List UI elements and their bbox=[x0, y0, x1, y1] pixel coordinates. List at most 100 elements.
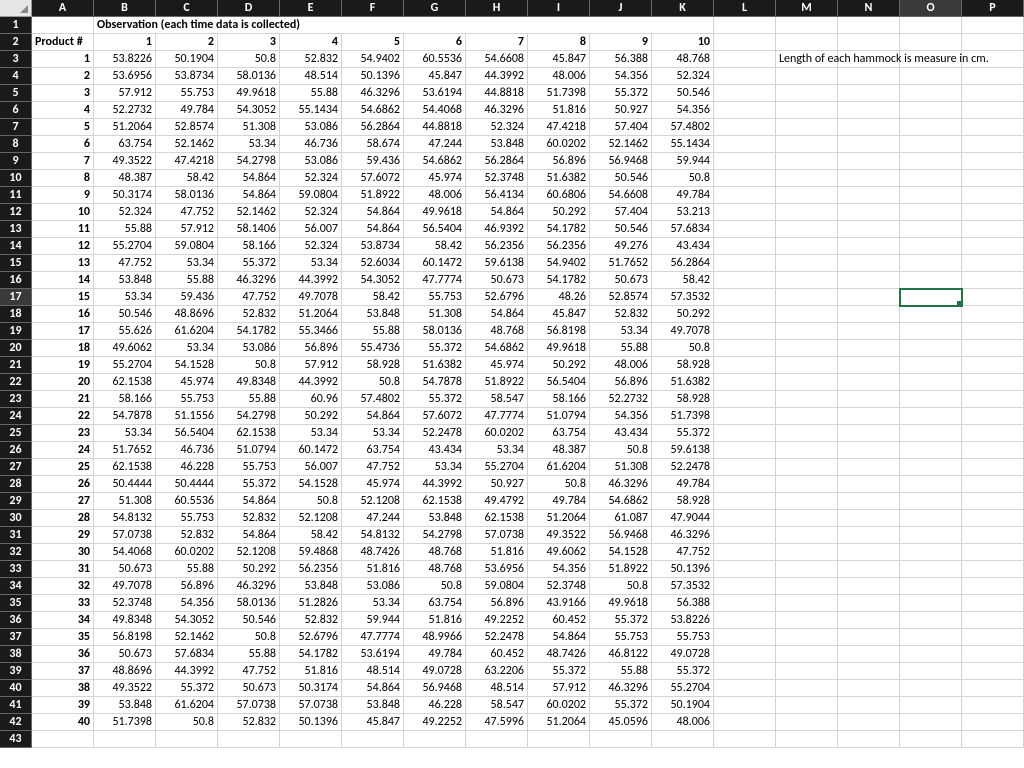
cell-B9[interactable]: 49.3522 bbox=[94, 153, 156, 170]
cell-H36[interactable]: 49.2252 bbox=[466, 612, 528, 629]
cell-P31[interactable] bbox=[962, 527, 1024, 544]
row-head-8[interactable]: 8 bbox=[0, 136, 32, 153]
cell-I26[interactable]: 48.387 bbox=[528, 442, 590, 459]
cell-I35[interactable]: 43.9166 bbox=[528, 595, 590, 612]
cell-C40[interactable]: 55.372 bbox=[156, 680, 218, 697]
cell-D4[interactable]: 58.0136 bbox=[218, 68, 280, 85]
cell-A26[interactable]: 24 bbox=[32, 442, 94, 459]
cell-D39[interactable]: 47.752 bbox=[218, 663, 280, 680]
cell-D17[interactable]: 47.752 bbox=[218, 289, 280, 306]
cell-C31[interactable]: 52.832 bbox=[156, 527, 218, 544]
cell-M1[interactable] bbox=[776, 17, 838, 34]
cell-F38[interactable]: 53.6194 bbox=[342, 646, 404, 663]
cell-K22[interactable]: 51.6382 bbox=[652, 374, 714, 391]
cell-L27[interactable] bbox=[714, 459, 776, 476]
cell-D16[interactable]: 46.3296 bbox=[218, 272, 280, 289]
cell-N32[interactable] bbox=[838, 544, 900, 561]
cell-M7[interactable] bbox=[776, 119, 838, 136]
cell-N13[interactable] bbox=[838, 221, 900, 238]
col-head-K[interactable]: K bbox=[652, 0, 714, 17]
cell-F34[interactable]: 53.086 bbox=[342, 578, 404, 595]
cell-K11[interactable]: 49.784 bbox=[652, 187, 714, 204]
row-head-6[interactable]: 6 bbox=[0, 102, 32, 119]
cell-M37[interactable] bbox=[776, 629, 838, 646]
cell-E17[interactable]: 49.7078 bbox=[280, 289, 342, 306]
cell-B35[interactable]: 52.3748 bbox=[94, 595, 156, 612]
cell-P7[interactable] bbox=[962, 119, 1024, 136]
cell-H3[interactable]: 54.6608 bbox=[466, 51, 528, 68]
cell-J26[interactable]: 50.8 bbox=[590, 442, 652, 459]
cell-K27[interactable]: 52.2478 bbox=[652, 459, 714, 476]
cell-K32[interactable]: 47.752 bbox=[652, 544, 714, 561]
cell-H38[interactable]: 60.452 bbox=[466, 646, 528, 663]
cell-L7[interactable] bbox=[714, 119, 776, 136]
cell-N31[interactable] bbox=[838, 527, 900, 544]
cell-B30[interactable]: 54.8132 bbox=[94, 510, 156, 527]
cell-N28[interactable] bbox=[838, 476, 900, 493]
cell-O28[interactable] bbox=[900, 476, 962, 493]
cell-J21[interactable]: 48.006 bbox=[590, 357, 652, 374]
cell-D37[interactable]: 50.8 bbox=[218, 629, 280, 646]
cell-L34[interactable] bbox=[714, 578, 776, 595]
cell-D11[interactable]: 54.864 bbox=[218, 187, 280, 204]
cell-O25[interactable] bbox=[900, 425, 962, 442]
cell-H19[interactable]: 48.768 bbox=[466, 323, 528, 340]
row-head-3[interactable]: 3 bbox=[0, 51, 32, 68]
cell-P17[interactable] bbox=[962, 289, 1024, 306]
cell-A37[interactable]: 35 bbox=[32, 629, 94, 646]
cell-A39[interactable]: 37 bbox=[32, 663, 94, 680]
cell-J36[interactable]: 55.372 bbox=[590, 612, 652, 629]
cell-E42[interactable]: 50.1396 bbox=[280, 714, 342, 731]
spreadsheet-grid[interactable]: ABCDEFGHIJKLMNOP1Observation (each time … bbox=[0, 0, 1024, 748]
cell-M15[interactable] bbox=[776, 255, 838, 272]
cell-K35[interactable]: 56.388 bbox=[652, 595, 714, 612]
cell-L3[interactable] bbox=[714, 51, 776, 68]
cell-N8[interactable] bbox=[838, 136, 900, 153]
cell-D31[interactable]: 54.864 bbox=[218, 527, 280, 544]
cell-C15[interactable]: 53.34 bbox=[156, 255, 218, 272]
cell-F25[interactable]: 53.34 bbox=[342, 425, 404, 442]
cell-D7[interactable]: 51.308 bbox=[218, 119, 280, 136]
cell-I24[interactable]: 51.0794 bbox=[528, 408, 590, 425]
cell-C6[interactable]: 49.784 bbox=[156, 102, 218, 119]
cell-K3[interactable]: 48.768 bbox=[652, 51, 714, 68]
cell-M30[interactable] bbox=[776, 510, 838, 527]
cell-I41[interactable]: 60.0202 bbox=[528, 697, 590, 714]
cell-G37[interactable]: 48.9966 bbox=[404, 629, 466, 646]
cell-A20[interactable]: 18 bbox=[32, 340, 94, 357]
cell-K36[interactable]: 53.8226 bbox=[652, 612, 714, 629]
cell-E18[interactable]: 51.2064 bbox=[280, 306, 342, 323]
cell-D27[interactable]: 55.753 bbox=[218, 459, 280, 476]
cell-H33[interactable]: 53.6956 bbox=[466, 561, 528, 578]
row-head-4[interactable]: 4 bbox=[0, 68, 32, 85]
cell-G33[interactable]: 48.768 bbox=[404, 561, 466, 578]
cell-E36[interactable]: 52.832 bbox=[280, 612, 342, 629]
row-head-30[interactable]: 30 bbox=[0, 510, 32, 527]
cell-G26[interactable]: 43.434 bbox=[404, 442, 466, 459]
cell-N11[interactable] bbox=[838, 187, 900, 204]
cell-P14[interactable] bbox=[962, 238, 1024, 255]
cell-E21[interactable]: 57.912 bbox=[280, 357, 342, 374]
cell-C34[interactable]: 56.896 bbox=[156, 578, 218, 595]
cell-H28[interactable]: 50.927 bbox=[466, 476, 528, 493]
cell-I30[interactable]: 51.2064 bbox=[528, 510, 590, 527]
row-head-9[interactable]: 9 bbox=[0, 153, 32, 170]
cell-B20[interactable]: 49.6062 bbox=[94, 340, 156, 357]
cell-M32[interactable] bbox=[776, 544, 838, 561]
cell-M11[interactable] bbox=[776, 187, 838, 204]
col-head-O[interactable]: O bbox=[900, 0, 962, 17]
cell-C30[interactable]: 55.753 bbox=[156, 510, 218, 527]
cell-E31[interactable]: 58.42 bbox=[280, 527, 342, 544]
cell-A14[interactable]: 12 bbox=[32, 238, 94, 255]
cell-H40[interactable]: 48.514 bbox=[466, 680, 528, 697]
cell-H15[interactable]: 59.6138 bbox=[466, 255, 528, 272]
cell-E24[interactable]: 50.292 bbox=[280, 408, 342, 425]
cell-L33[interactable] bbox=[714, 561, 776, 578]
cell-G30[interactable]: 53.848 bbox=[404, 510, 466, 527]
cell-A32[interactable]: 30 bbox=[32, 544, 94, 561]
cell-D24[interactable]: 54.2798 bbox=[218, 408, 280, 425]
cell-F9[interactable]: 59.436 bbox=[342, 153, 404, 170]
cell-F11[interactable]: 51.8922 bbox=[342, 187, 404, 204]
cell-B21[interactable]: 55.2704 bbox=[94, 357, 156, 374]
cell-A6[interactable]: 4 bbox=[32, 102, 94, 119]
